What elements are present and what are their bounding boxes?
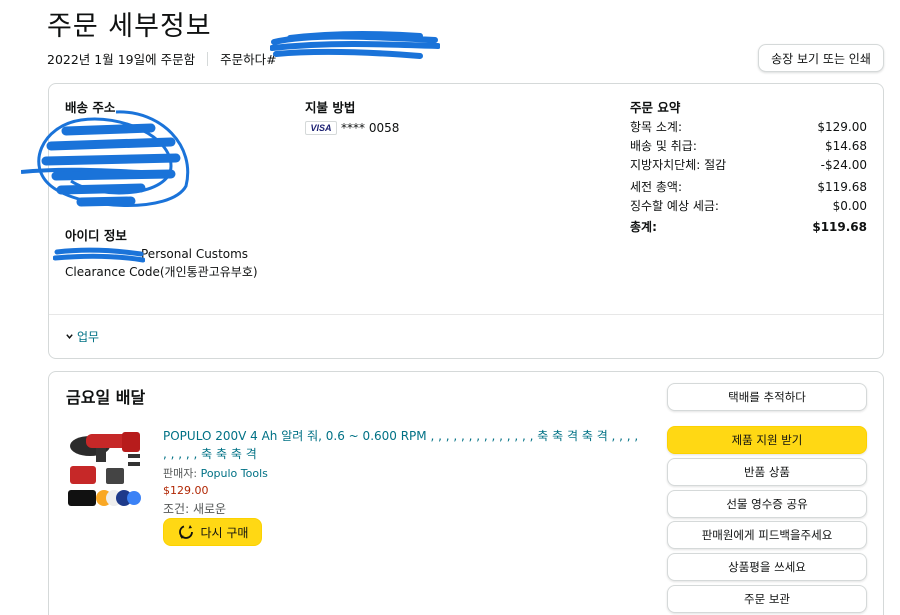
buy-again-label: 다시 구매 (200, 525, 249, 540)
order-summary: 항목 소계: $129.00 배송 및 취급: $14.68 지방자치단체: 절… (630, 118, 867, 237)
summary-total-label: 총계: (630, 220, 657, 234)
product-price: $129.00 (163, 484, 209, 497)
summary-row-subtotal: 항목 소계: $129.00 (630, 118, 867, 137)
order-meta: 2022년 1월 19일에 주문함 주문하다# (47, 49, 277, 68)
seller-link[interactable]: Populo Tools (201, 467, 268, 480)
summary-label: 항목 소계: (630, 120, 683, 134)
order-summary-label: 주문 요약 (630, 100, 681, 115)
summary-row-pretax: 세전 총액: $119.68 (630, 178, 867, 197)
seller-label: 판매자: (163, 467, 198, 480)
page-title: 주문 세부정보 (47, 11, 212, 42)
order-date: 2022년 1월 19일에 주문함 (47, 52, 196, 67)
delivery-card: 금요일 배달 POPULO 200V 4 Ah 알려 줘, 0.6 ~ 0.60… (48, 371, 884, 615)
track-package-button[interactable]: 택배를 추적하다 (667, 383, 867, 411)
view-invoice-button[interactable]: 송장 보기 또는 인쇄 (758, 44, 884, 72)
summary-label: 배송 및 취급: (630, 139, 697, 153)
order-number-redaction (270, 31, 440, 59)
archive-order-button[interactable]: 주문 보관 (667, 585, 867, 613)
summary-label: 징수할 예상 세금: (630, 199, 719, 213)
summary-row-discount: 지방자치단체: 절감 -$24.00 (630, 156, 867, 175)
summary-row-total: 총계: $119.68 (630, 218, 867, 237)
shipping-address-redaction (21, 110, 190, 207)
summary-value: $129.00 (817, 120, 867, 134)
meta-divider (207, 51, 209, 66)
business-toggle[interactable]: 업무 (65, 328, 99, 345)
return-items-button[interactable]: 반품 상품 (667, 458, 867, 486)
id-info-label: 아이디 정보 (65, 228, 127, 243)
get-product-support-button[interactable]: 제품 지원 받기 (667, 426, 867, 454)
seller-row: 판매자: Populo Tools (163, 465, 268, 481)
summary-row-shipping: 배송 및 취급: $14.68 (630, 137, 867, 156)
summary-row-tax: 징수할 예상 세금: $0.00 (630, 197, 867, 216)
id-info-line2: Clearance Code(개인통관고유부호) (65, 265, 258, 279)
delivery-title: 금요일 배달 (66, 388, 146, 407)
summary-value: $0.00 (832, 199, 867, 213)
product-title-link[interactable]: POPULO 200V 4 Ah 알려 줘, 0.6 ~ 0.600 RPM ,… (163, 427, 643, 463)
buy-again-button[interactable]: 다시 구매 (163, 518, 262, 546)
id-info-line1: Personal Customs (141, 247, 249, 261)
product-condition: 조건: 새로운 (163, 502, 227, 516)
visa-card-icon: VISA (305, 121, 337, 135)
card-divider (49, 314, 883, 315)
summary-total-value: $119.68 (812, 220, 867, 234)
order-number-label: 주문하다# (220, 52, 277, 67)
summary-value: $14.68 (825, 139, 867, 153)
chevron-down-icon (66, 334, 73, 339)
card-number: **** 0058 (341, 121, 400, 135)
business-toggle-label: 업무 (77, 330, 100, 344)
summary-value: $119.68 (817, 180, 867, 194)
seller-feedback-button[interactable]: 판매원에게 피드백을주세요 (667, 521, 867, 549)
write-review-button[interactable]: 상품평을 쓰세요 (667, 553, 867, 581)
share-gift-receipt-button[interactable]: 선물 영수증 공유 (667, 490, 867, 518)
refresh-icon (178, 525, 193, 539)
order-info-card: 배송 주소 아이디 정보 Personal Customs Clearance … (21, 83, 884, 359)
summary-label: 세전 총액: (630, 180, 683, 194)
product-image[interactable] (66, 424, 150, 512)
payment-method-label: 지불 방법 (305, 100, 356, 115)
summary-label: 지방자치단체: 절감 (630, 158, 727, 172)
summary-value: -$24.00 (820, 158, 867, 172)
